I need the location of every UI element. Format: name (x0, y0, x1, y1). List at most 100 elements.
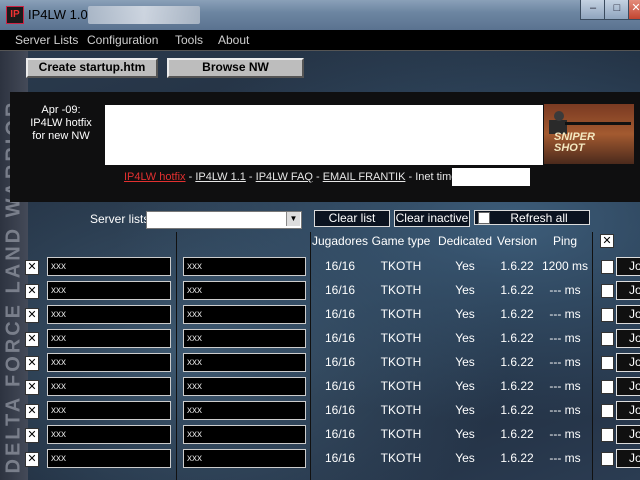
server-name-field[interactable]: xxx (47, 281, 171, 300)
server-name-field[interactable]: xxx (47, 449, 171, 468)
select-checkbox[interactable] (601, 452, 614, 466)
game-type-cell: TKOTH (380, 403, 422, 417)
server-name-field[interactable]: xxx (47, 425, 171, 444)
join-button[interactable]: Jo (616, 329, 640, 348)
maximize-button[interactable]: □ (604, 0, 630, 20)
server-lists-select[interactable] (146, 211, 302, 229)
select-checkbox[interactable] (601, 332, 614, 346)
join-button[interactable]: Jo (616, 281, 640, 300)
server-ip-field[interactable]: xxx (183, 257, 306, 276)
server-name-field[interactable]: xxx (47, 353, 171, 372)
row-checkbox[interactable]: ✕ (25, 260, 39, 275)
menu-about[interactable]: About (218, 33, 249, 47)
server-name-field[interactable]: xxx (47, 377, 171, 396)
row-checkbox[interactable]: ✕ (25, 308, 39, 323)
version-cell: 1.6.22 (500, 259, 534, 273)
table-row[interactable]: ✕ xxx xxx 16/16 TKOTH Yes 1.6.22 --- ms Jo (0, 424, 640, 448)
table-row[interactable]: ✕ xxx xxx 16/16 TKOTH Yes 1.6.22 1200 ms Jo (0, 256, 640, 280)
server-ip-field[interactable]: xxx (183, 449, 306, 468)
link-ip4lw-hotfix[interactable]: IP4LW hotfix (124, 171, 186, 183)
game-type-cell: TKOTH (380, 427, 422, 441)
server-ip-field[interactable]: xxx (183, 329, 306, 348)
news-date: Apr -09: IP4LW hotfix for new NW (30, 104, 92, 142)
server-ip-field[interactable]: xxx (183, 425, 306, 444)
menu-tools[interactable]: Tools (175, 33, 203, 47)
players-cell: 16/16 (324, 427, 356, 441)
players-cell: 16/16 (324, 283, 356, 297)
ping-cell: --- ms (549, 283, 581, 297)
link-ip4lw-faq[interactable]: IP4LW FAQ (256, 171, 313, 183)
join-button[interactable]: Jo (616, 353, 640, 372)
row-checkbox[interactable]: ✕ (25, 356, 39, 371)
browse-nw-button[interactable]: Browse NW (167, 58, 304, 78)
row-checkbox[interactable]: ✕ (25, 332, 39, 347)
ping-cell: --- ms (549, 403, 581, 417)
version-cell: 1.6.22 (500, 355, 534, 369)
create-startup-button[interactable]: Create startup.htm (26, 58, 158, 78)
minimize-button[interactable]: – (580, 0, 606, 20)
select-checkbox[interactable] (601, 260, 614, 274)
server-name-field[interactable]: xxx (47, 329, 171, 348)
dedicated-cell: Yes (455, 259, 475, 273)
server-name-field[interactable]: xxx (47, 401, 171, 420)
table-row[interactable]: ✕ xxx xxx 16/16 TKOTH Yes 1.6.22 --- ms Jo (0, 280, 640, 304)
select-checkbox[interactable] (601, 308, 614, 322)
server-name-field[interactable]: xxx (47, 305, 171, 324)
link-ip4lw-11[interactable]: IP4LW 1.1 (195, 171, 246, 183)
chevron-down-icon[interactable]: ▼ (286, 212, 300, 226)
menu-configuration[interactable]: Configuration (87, 33, 158, 47)
server-name-field[interactable]: xxx (47, 257, 171, 276)
table-row[interactable]: ✕ xxx xxx 16/16 TKOTH Yes 1.6.22 --- ms Jo (0, 304, 640, 328)
inet-time-field[interactable] (452, 168, 530, 186)
refresh-all-checkbox[interactable] (478, 212, 490, 224)
server-lists-label: Server lists: (90, 212, 153, 226)
link-email-frantik[interactable]: EMAIL FRANTIK (323, 171, 406, 183)
select-checkbox[interactable] (601, 380, 614, 394)
server-ip-field[interactable]: xxx (183, 305, 306, 324)
row-checkbox[interactable]: ✕ (25, 404, 39, 419)
close-button[interactable]: ✕ (628, 0, 640, 20)
server-ip-field[interactable]: xxx (183, 401, 306, 420)
players-cell: 16/16 (324, 379, 356, 393)
server-ip-field[interactable]: xxx (183, 377, 306, 396)
news-content (105, 105, 543, 165)
version-cell: 1.6.22 (500, 451, 534, 465)
dedicated-cell: Yes (455, 355, 475, 369)
dedicated-cell: Yes (455, 451, 475, 465)
refresh-all-button[interactable]: Refresh all (474, 210, 590, 225)
table-row[interactable]: ✕ xxx xxx 16/16 TKOTH Yes 1.6.22 --- ms Jo (0, 328, 640, 352)
row-checkbox[interactable]: ✕ (25, 380, 39, 395)
join-button[interactable]: Jo (616, 401, 640, 420)
players-cell: 16/16 (324, 403, 356, 417)
table-row[interactable]: ✕ xxx xxx 16/16 TKOTH Yes 1.6.22 --- ms Jo (0, 400, 640, 424)
news-links: IP4LW hotfix - IP4LW 1.1 - IP4LW FAQ - E… (124, 171, 461, 183)
ping-cell: --- ms (549, 307, 581, 321)
join-button[interactable]: Jo (616, 257, 640, 276)
select-checkbox[interactable] (601, 356, 614, 370)
table-row[interactable]: ✕ xxx xxx 16/16 TKOTH Yes 1.6.22 --- ms Jo (0, 448, 640, 472)
server-ip-field[interactable]: xxx (183, 281, 306, 300)
row-checkbox[interactable]: ✕ (25, 284, 39, 299)
table-row[interactable]: ✕ xxx xxx 16/16 TKOTH Yes 1.6.22 --- ms Jo (0, 352, 640, 376)
header-version: Version (496, 234, 538, 248)
header-checkbox[interactable]: ✕ (600, 234, 614, 248)
row-checkbox[interactable]: ✕ (25, 428, 39, 443)
select-checkbox[interactable] (601, 284, 614, 298)
table-row[interactable]: ✕ xxx xxx 16/16 TKOTH Yes 1.6.22 --- ms Jo (0, 376, 640, 400)
join-button[interactable]: Jo (616, 449, 640, 468)
join-button[interactable]: Jo (616, 425, 640, 444)
join-button[interactable]: Jo (616, 377, 640, 396)
clear-inactive-button[interactable]: Clear inactive (394, 210, 470, 227)
row-checkbox[interactable]: ✕ (25, 452, 39, 467)
window-title: IP4LW 1.0 (28, 7, 88, 22)
version-cell: 1.6.22 (500, 283, 534, 297)
server-ip-field[interactable]: xxx (183, 353, 306, 372)
sniper-shot-banner[interactable]: SNIPER SHOT (544, 104, 634, 164)
select-checkbox[interactable] (601, 404, 614, 418)
ping-cell: --- ms (549, 355, 581, 369)
clear-list-button[interactable]: Clear list (314, 210, 390, 227)
select-checkbox[interactable] (601, 428, 614, 442)
ping-cell: --- ms (549, 427, 581, 441)
menu-server-lists[interactable]: Server Lists (15, 33, 78, 47)
join-button[interactable]: Jo (616, 305, 640, 324)
